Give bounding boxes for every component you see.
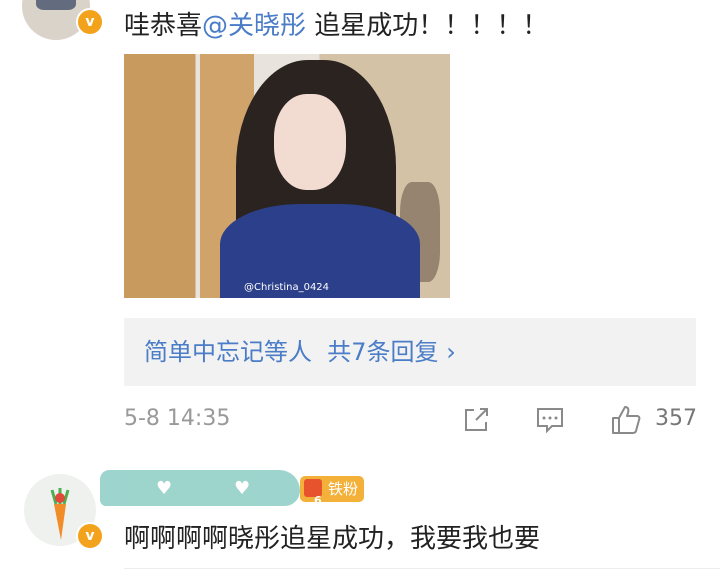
comment-text: 啊啊啊啊晓彤追星成功，我要我也要 bbox=[124, 524, 541, 554]
divider bbox=[124, 568, 720, 569]
user-mention-link[interactable]: @关晓彤 bbox=[202, 11, 306, 41]
photo-watermark: @Christina_0424 bbox=[244, 282, 330, 293]
heart-icon: ♥ bbox=[234, 478, 251, 499]
heart-icon: ♥ bbox=[156, 478, 173, 499]
fan-badge-label: 铁粉 bbox=[328, 480, 359, 498]
verified-badge-icon: v bbox=[76, 522, 104, 550]
like-count: 357 bbox=[655, 406, 697, 431]
chevron-right-icon: › bbox=[446, 338, 456, 366]
replies-summary-button[interactable]: 简单中忘记等人 共7条回复 › bbox=[124, 318, 696, 386]
comment-suffix: 追星成功！！！！！ bbox=[306, 11, 549, 41]
fan-level: 6 bbox=[314, 494, 322, 507]
thumbs-up-icon[interactable] bbox=[610, 404, 642, 436]
comment-icon[interactable] bbox=[535, 406, 565, 434]
fan-badge[interactable]: 6 铁粉 bbox=[300, 476, 365, 507]
comment-timestamp: 5-8 14:35 bbox=[124, 406, 231, 431]
comment-photo[interactable] bbox=[124, 54, 450, 298]
reply-usernames: 简单中忘记等人 bbox=[144, 338, 312, 366]
comment-prefix: 哇恭喜 bbox=[124, 11, 203, 41]
reply-count: 共7条回复 bbox=[327, 338, 439, 366]
share-icon[interactable] bbox=[462, 406, 490, 434]
redacted-username[interactable]: ♥ ♥ bbox=[100, 470, 300, 506]
comment-text: 哇恭喜@关晓彤 追星成功！！！！！ bbox=[124, 5, 548, 42]
verified-badge-icon: v bbox=[76, 8, 104, 36]
